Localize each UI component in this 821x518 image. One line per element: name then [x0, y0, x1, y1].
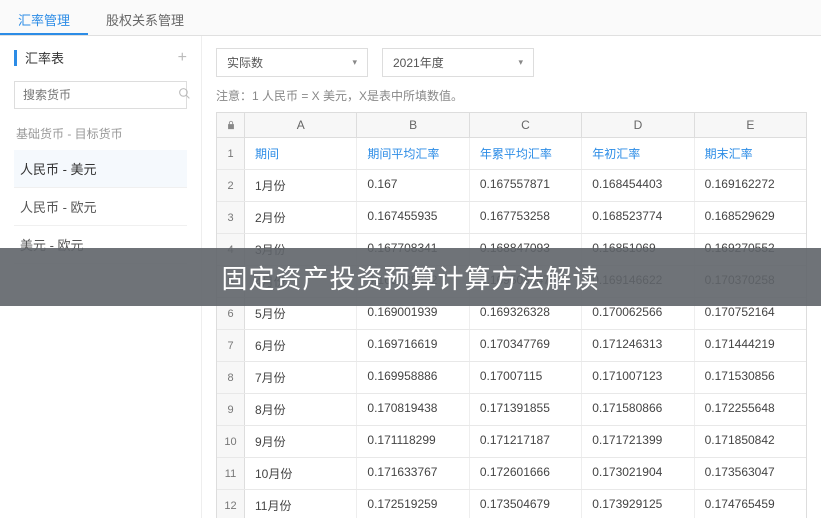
table-row: 87月份0.1699588860.170071150.1710071230.17… [217, 362, 806, 394]
table-cell[interactable]: 0.173563047 [695, 458, 806, 489]
row-number: 12 [217, 490, 245, 518]
table-cell[interactable]: 0.173504679 [470, 490, 582, 518]
pair-header: 基础货币 - 目标货币 [14, 125, 187, 142]
search-box[interactable] [14, 81, 187, 109]
column-letter: D [582, 113, 694, 137]
row-number: 1 [217, 138, 245, 169]
overlay-text: 固定资产投资预算计算方法解读 [221, 259, 599, 296]
row-number: 11 [217, 458, 245, 489]
table-header-cell[interactable]: 期末汇率 [695, 138, 806, 169]
table-cell[interactable]: 0.171530856 [695, 362, 806, 393]
overlay-banner: 固定资产投资预算计算方法解读 [0, 248, 821, 306]
table-cell[interactable]: 0.171721399 [582, 426, 694, 457]
table-cell[interactable]: 6月份 [245, 330, 357, 361]
table-cell[interactable]: 0.168523774 [582, 202, 694, 233]
table-header-cell[interactable]: 年累平均汇率 [470, 138, 582, 169]
table-row: 98月份0.1708194380.1713918550.1715808660.1… [217, 394, 806, 426]
table-cell[interactable]: 0.172255648 [695, 394, 806, 425]
row-number: 7 [217, 330, 245, 361]
table-cell[interactable]: 0.170347769 [470, 330, 582, 361]
table-cell[interactable]: 0.167753258 [470, 202, 582, 233]
table-cell[interactable]: 0.168454403 [582, 170, 694, 201]
table-cell[interactable]: 0.168529629 [695, 202, 806, 233]
table-cell[interactable]: 0.169958886 [357, 362, 469, 393]
table-cell[interactable]: 0.171217187 [470, 426, 582, 457]
chevron-down-icon: ▾ [518, 57, 523, 68]
table-header-cell[interactable]: 年初汇率 [582, 138, 694, 169]
table-cell[interactable]: 0.171391855 [470, 394, 582, 425]
row-number: 2 [217, 170, 245, 201]
table-row: 76月份0.1697166190.1703477690.1712463130.1… [217, 330, 806, 362]
top-nav: 汇率管理 股权关系管理 [0, 0, 821, 36]
rate-table: ABCDE 1期间期间平均汇率年累平均汇率年初汇率期末汇率21月份0.1670.… [216, 112, 807, 518]
row-number: 10 [217, 426, 245, 457]
table-header-cell[interactable]: 期间 [245, 138, 357, 169]
row-number: 9 [217, 394, 245, 425]
accent-bar [14, 50, 17, 66]
table-cell[interactable]: 7月份 [245, 362, 357, 393]
table-cell[interactable]: 0.169162272 [695, 170, 806, 201]
table-cell[interactable]: 0.174765459 [695, 490, 806, 518]
controls: 实际数 ▾ 2021年度 ▾ [216, 48, 807, 77]
table-cell[interactable]: 0.171246313 [582, 330, 694, 361]
column-letter: E [695, 113, 806, 137]
table-cell[interactable]: 0.171633767 [357, 458, 469, 489]
row-number: 3 [217, 202, 245, 233]
table-cell[interactable]: 0.171850842 [695, 426, 806, 457]
table-cell[interactable]: 8月份 [245, 394, 357, 425]
table-cell[interactable]: 0.171007123 [582, 362, 694, 393]
column-letter: B [357, 113, 469, 137]
currency-pair-item[interactable]: 人民币 - 美元 [14, 150, 187, 188]
table-cell[interactable]: 0.171444219 [695, 330, 806, 361]
table-row: 32月份0.1674559350.1677532580.1685237740.1… [217, 202, 806, 234]
currency-pair-item[interactable]: 人民币 - 欧元 [14, 188, 187, 226]
table-cell[interactable]: 0.170819438 [357, 394, 469, 425]
table-cell[interactable]: 10月份 [245, 458, 357, 489]
add-icon[interactable]: + [178, 49, 187, 67]
table-header-row: 1期间期间平均汇率年累平均汇率年初汇率期末汇率 [217, 138, 806, 170]
column-letter: A [245, 113, 357, 137]
table-cell[interactable]: 0.167455935 [357, 202, 469, 233]
row-number: 8 [217, 362, 245, 393]
column-letter: C [470, 113, 582, 137]
note-text: 注意：1 人民币 = X 美元，X是表中所填数值。 [216, 87, 807, 104]
table-cell[interactable]: 0.171580866 [582, 394, 694, 425]
table-cell[interactable]: 9月份 [245, 426, 357, 457]
table-cell[interactable]: 0.169716619 [357, 330, 469, 361]
sidebar-title: 汇率表 [25, 48, 178, 67]
table-cell[interactable]: 0.173929125 [582, 490, 694, 518]
search-icon[interactable] [178, 87, 191, 103]
table-header-cell[interactable]: 期间平均汇率 [357, 138, 469, 169]
column-letters: ABCDE [217, 113, 806, 138]
tab-equity-mgmt[interactable]: 股权关系管理 [88, 0, 202, 35]
select-data-type-value: 实际数 [227, 54, 263, 71]
sidebar-header: 汇率表 + [14, 48, 187, 67]
table-cell[interactable]: 0.171118299 [357, 426, 469, 457]
table-cell[interactable]: 0.167 [357, 170, 469, 201]
table-row: 21月份0.1670.1675578710.1684544030.1691622… [217, 170, 806, 202]
table-cell[interactable]: 0.167557871 [470, 170, 582, 201]
table-cell[interactable]: 1月份 [245, 170, 357, 201]
chevron-down-icon: ▾ [352, 57, 357, 68]
table-cell[interactable]: 0.173021904 [582, 458, 694, 489]
lock-icon [217, 113, 245, 137]
table-cell[interactable]: 2月份 [245, 202, 357, 233]
select-year-value: 2021年度 [393, 54, 444, 71]
table-row: 109月份0.1711182990.1712171870.1717213990.… [217, 426, 806, 458]
table-row: 1110月份0.1716337670.1726016660.1730219040… [217, 458, 806, 490]
select-data-type[interactable]: 实际数 ▾ [216, 48, 368, 77]
table-row: 1211月份0.1725192590.1735046790.1739291250… [217, 490, 806, 518]
table-cell[interactable]: 0.172601666 [470, 458, 582, 489]
search-input[interactable] [23, 88, 178, 102]
table-cell[interactable]: 0.17007115 [470, 362, 582, 393]
table-cell[interactable]: 0.172519259 [357, 490, 469, 518]
table-cell[interactable]: 11月份 [245, 490, 357, 518]
tab-rate-mgmt[interactable]: 汇率管理 [0, 0, 88, 35]
select-year[interactable]: 2021年度 ▾ [382, 48, 534, 77]
